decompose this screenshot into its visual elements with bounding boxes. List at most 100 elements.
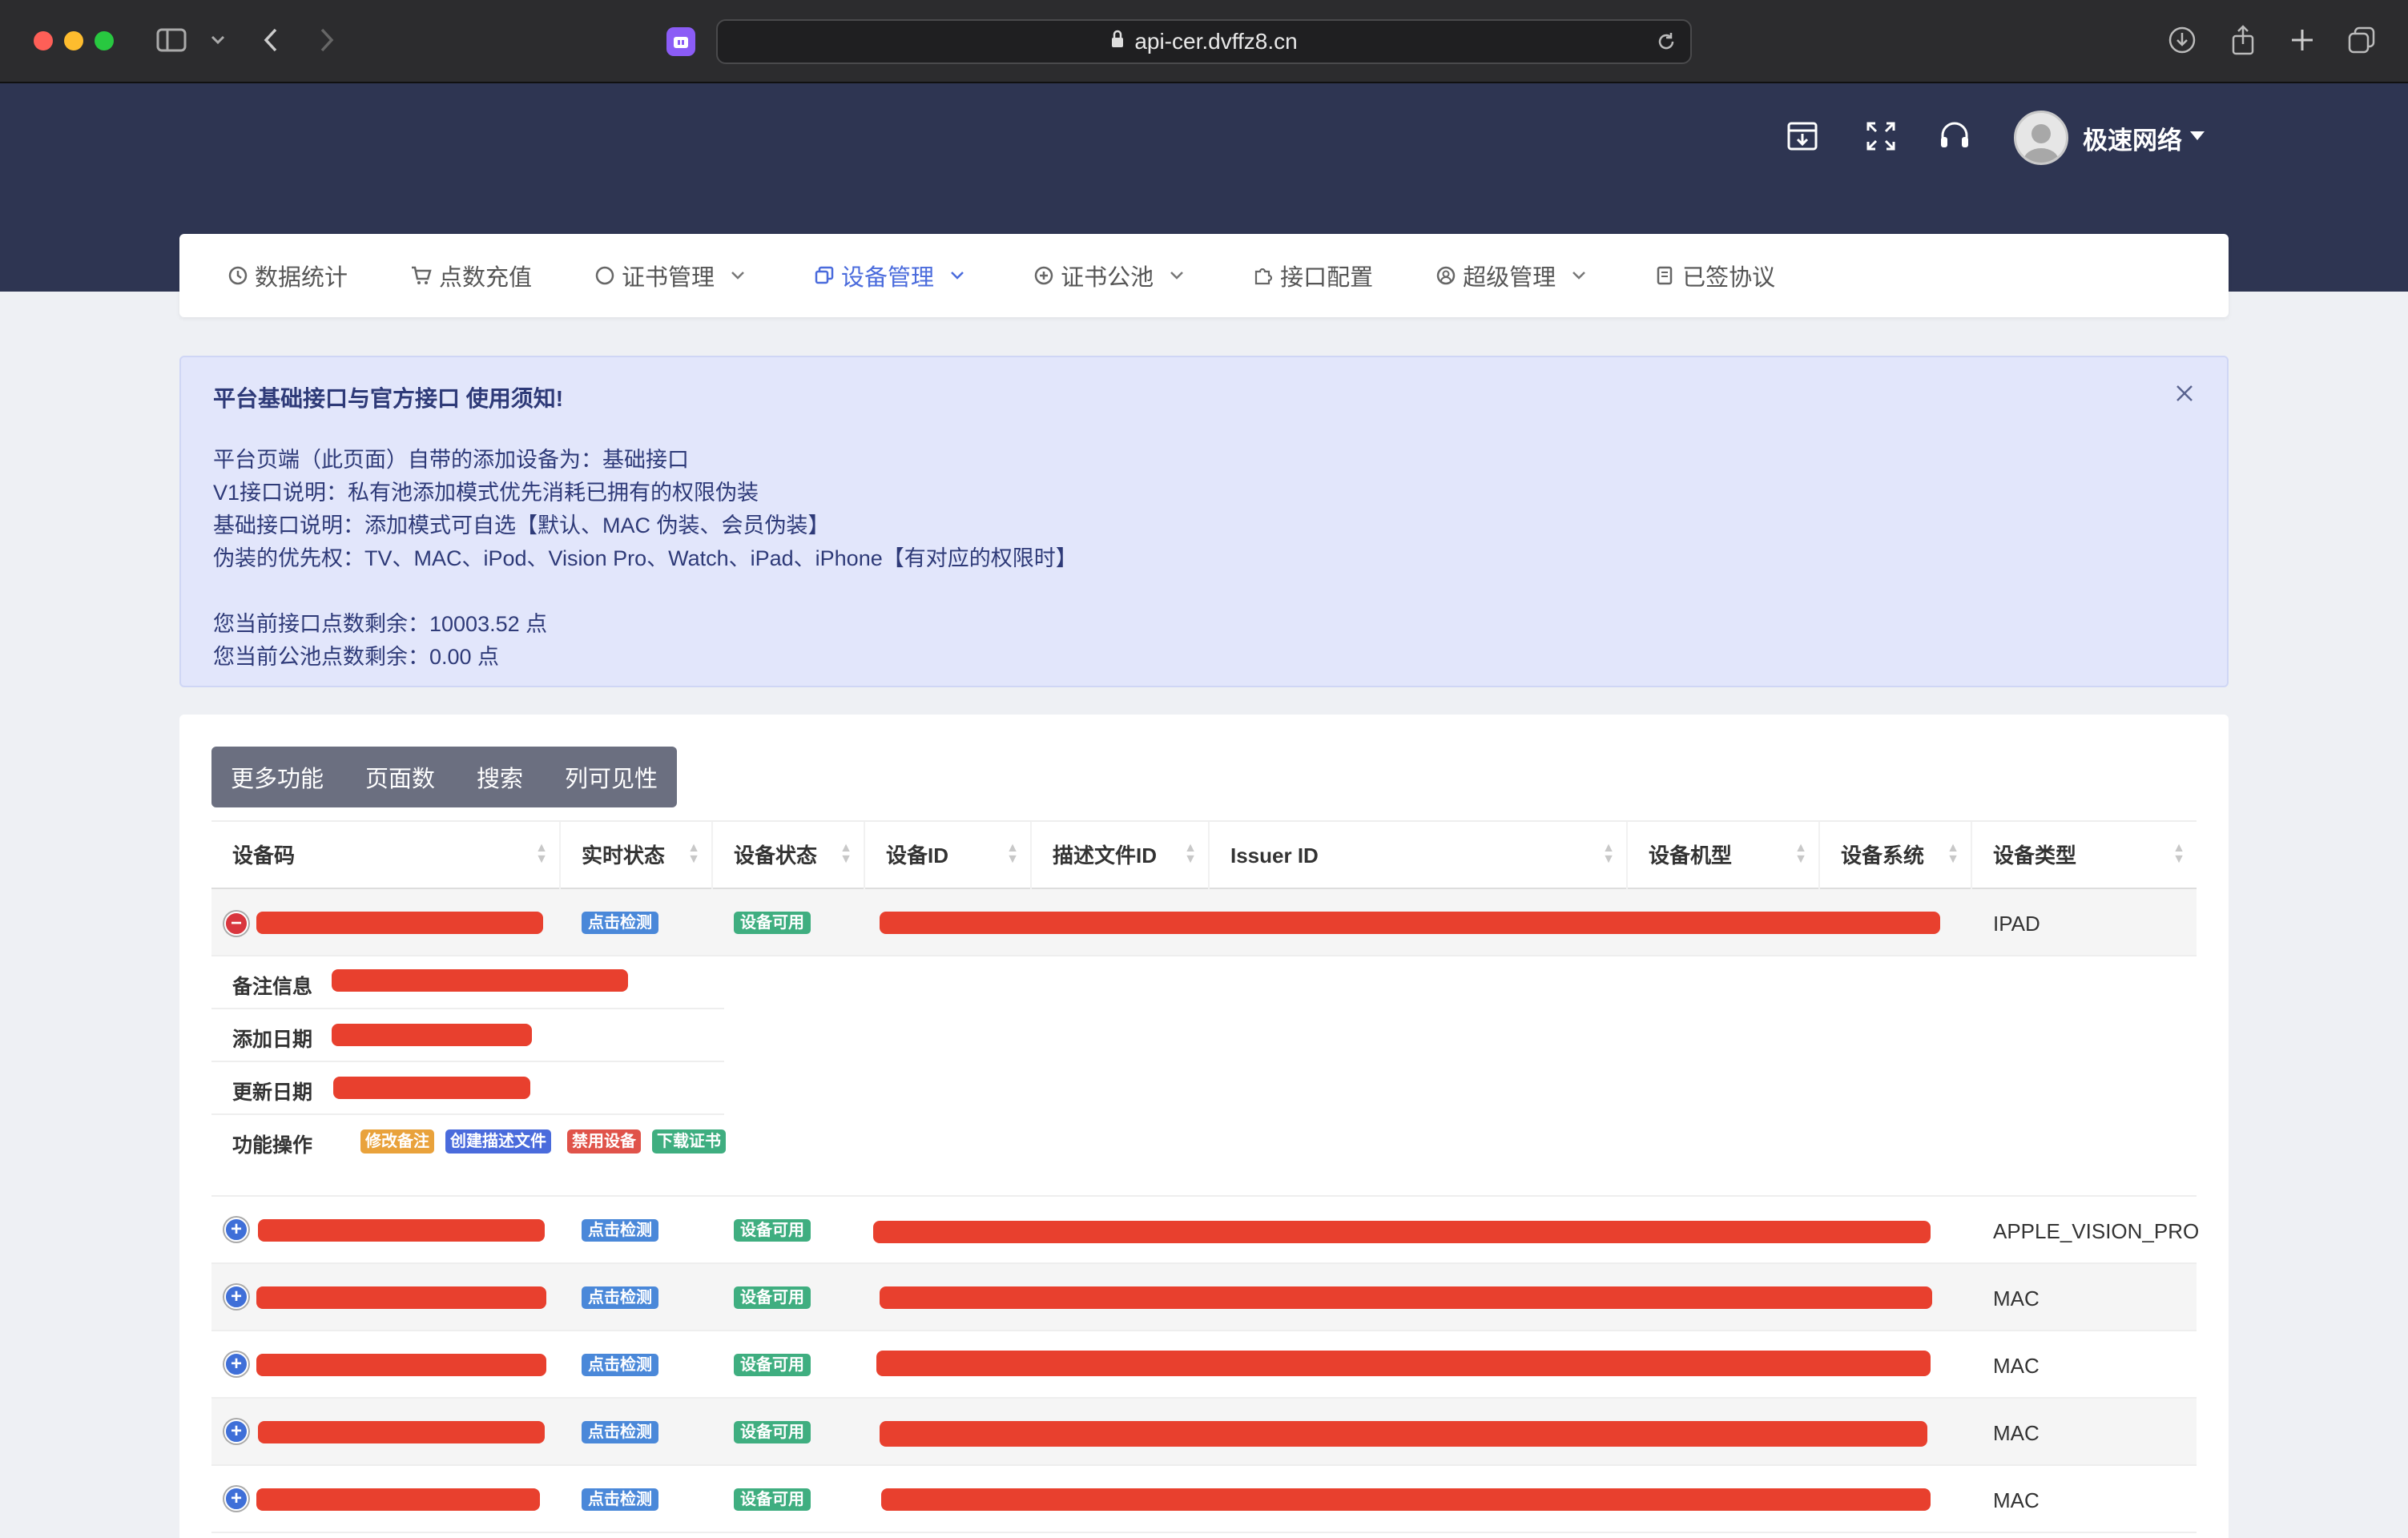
- device-type: MAC: [1993, 1421, 2040, 1445]
- address-bar[interactable]: api-cer.dvffz8.cn: [716, 19, 1692, 64]
- column-header-device-os[interactable]: 设备系统 ▲ ▼: [1820, 822, 1972, 889]
- sort-icon: ▲ ▼: [1006, 841, 1019, 866]
- nav-item-device-management[interactable]: 设备管理: [814, 259, 971, 292]
- expand-row-icon[interactable]: +: [224, 1487, 248, 1511]
- column-header-device-type[interactable]: 设备类型 ▲ ▼: [1972, 822, 2197, 889]
- device-code-redacted: [256, 912, 543, 934]
- chevron-down-icon[interactable]: [202, 24, 234, 56]
- nav-item-label: 点数充值: [439, 265, 533, 291]
- nav-item-api-config[interactable]: 接口配置: [1253, 259, 1373, 292]
- table-row[interactable]: + 点击检测 设备可用 MAC: [211, 1399, 2197, 1466]
- document-icon: [1657, 266, 1673, 285]
- table-row[interactable]: + 点击检测 设备可用 MAC: [211, 1331, 2197, 1399]
- nav-item-data-stats[interactable]: 数据统计: [228, 259, 348, 292]
- usage-notice: 平台基础接口与官方接口 使用须知! 平台页端（此页面）自带的添加设备为：基础接口…: [179, 356, 2229, 687]
- column-header-device-id[interactable]: 设备ID ▲ ▼: [865, 822, 1032, 889]
- sort-icon: ▲ ▼: [1184, 841, 1197, 866]
- table-row[interactable]: + 点击检测 设备可用 MAC: [211, 1264, 2197, 1331]
- column-header-device-model[interactable]: 设备机型 ▲ ▼: [1628, 822, 1820, 889]
- device-code-redacted: [256, 1354, 546, 1376]
- share-icon[interactable]: [2227, 24, 2259, 56]
- nav-item-cert-pool[interactable]: 证书公池: [1033, 259, 1190, 292]
- row-detail-panel: 备注信息 添加日期 更新日期 功能操作 修改备注 创建描述文件 禁用设备 下载证…: [211, 956, 2197, 1197]
- nav-item-cert-management[interactable]: 证书管理: [594, 259, 751, 292]
- status-badge: 设备可用: [734, 1488, 811, 1511]
- create-profile-button[interactable]: 创建描述文件: [445, 1129, 551, 1154]
- page-size-button[interactable]: 页面数: [365, 760, 435, 794]
- table-header: 设备码 ▲ ▼ 实时状态 ▲ ▼ 设备状态 ▲ ▼ 设备ID ▲ ▼ 描述文件ID ▲ ▼ Issu…: [211, 820, 2197, 889]
- edit-remark-button[interactable]: 修改备注: [360, 1129, 434, 1154]
- column-header-issuer-id[interactable]: Issuer ID ▲ ▼: [1210, 822, 1628, 889]
- detail-label: 功能操作: [232, 1134, 313, 1157]
- expand-row-icon[interactable]: +: [224, 1218, 248, 1242]
- check-status-button[interactable]: 点击检测: [582, 1354, 658, 1376]
- detail-label: 备注信息: [232, 976, 313, 998]
- disable-device-button[interactable]: 禁用设备: [567, 1129, 641, 1154]
- table-row[interactable]: + 点击检测 设备可用 MAC: [211, 1466, 2197, 1533]
- check-status-button[interactable]: 点击检测: [582, 1421, 658, 1443]
- device-code-redacted: [258, 1421, 545, 1443]
- user-circle-icon: [1436, 266, 1456, 285]
- detail-label: 添加日期: [232, 1029, 313, 1051]
- nav-item-signed-agreements[interactable]: 已签协议: [1655, 259, 1775, 292]
- notice-line: V1接口说明：私有池添加模式优先消耗已拥有的权限伪装: [213, 481, 759, 505]
- expand-row-icon[interactable]: +: [224, 1285, 248, 1309]
- check-status-button[interactable]: 点击检测: [582, 912, 658, 934]
- table-row[interactable]: − 点击检测 设备可用 IPAD: [211, 889, 2197, 956]
- more-functions-button[interactable]: 更多功能: [231, 760, 324, 794]
- check-status-button[interactable]: 点击检测: [582, 1219, 658, 1242]
- tab-overview-icon[interactable]: [2346, 24, 2378, 56]
- back-button[interactable]: [255, 24, 287, 56]
- close-icon[interactable]: [2172, 381, 2197, 405]
- api-points-balance: 您当前接口点数剩余：10003.52 点: [213, 612, 548, 636]
- status-badge: 设备可用: [734, 912, 811, 934]
- status-badge: 设备可用: [734, 1286, 811, 1309]
- added-date-redacted: [332, 1024, 532, 1046]
- url-text: api-cer.dvffz8.cn: [1134, 29, 1298, 54]
- maximize-window-button[interactable]: [95, 31, 114, 50]
- status-badge: 设备可用: [734, 1354, 811, 1376]
- sort-icon: ▲ ▼: [2172, 841, 2185, 866]
- reload-icon[interactable]: [1655, 30, 1677, 58]
- extension-icon[interactable]: [666, 27, 695, 56]
- column-visibility-button[interactable]: 列可见性: [565, 760, 658, 794]
- download-icon[interactable]: [2166, 24, 2198, 56]
- headset-icon[interactable]: [1935, 117, 1974, 155]
- archive-icon[interactable]: [1783, 117, 1822, 155]
- expand-row-icon[interactable]: +: [224, 1352, 248, 1376]
- new-tab-icon[interactable]: [2286, 24, 2318, 56]
- device-ids-redacted: [881, 1488, 1931, 1511]
- device-ids-redacted: [873, 1221, 1931, 1243]
- chevron-down-icon[interactable]: [2190, 131, 2205, 140]
- check-status-button[interactable]: 点击检测: [582, 1488, 658, 1511]
- device-ids-redacted: [880, 912, 1940, 934]
- download-cert-button[interactable]: 下载证书: [652, 1129, 726, 1154]
- collapse-row-icon[interactable]: −: [224, 912, 248, 936]
- sidebar-toggle-icon[interactable]: [155, 24, 187, 56]
- close-window-button[interactable]: [34, 31, 53, 50]
- check-status-button[interactable]: 点击检测: [582, 1286, 658, 1309]
- table-row[interactable]: + 点击检测 设备可用 APPLE_VISION_PRO: [211, 1197, 2199, 1264]
- user-name[interactable]: 极速网络: [2083, 120, 2182, 156]
- notice-line: 伪装的优先权：TV、MAC、iPod、Vision Pro、Watch、iPad…: [213, 546, 1077, 570]
- search-button[interactable]: 搜索: [477, 760, 523, 794]
- sort-icon: ▲ ▼: [1947, 841, 1959, 866]
- column-header-device-code[interactable]: 设备码 ▲ ▼: [211, 822, 561, 889]
- minimize-window-button[interactable]: [64, 31, 83, 50]
- chevron-down-icon: [951, 272, 964, 280]
- forward-button[interactable]: [311, 24, 343, 56]
- expand-row-icon[interactable]: +: [224, 1419, 248, 1443]
- puzzle-icon: [1254, 268, 1273, 285]
- main-nav: 数据统计 点数充值 证书管理 设备管理 证书公池 接口配置 超级管理 已签协议: [179, 234, 2229, 317]
- avatar[interactable]: [2014, 111, 2068, 165]
- device-icon: [815, 266, 834, 284]
- fullscreen-icon[interactable]: [1862, 117, 1900, 155]
- column-header-profile-id[interactable]: 描述文件ID ▲ ▼: [1032, 822, 1210, 889]
- nav-item-super-admin[interactable]: 超级管理: [1436, 259, 1593, 292]
- detail-added-date-row: 添加日期: [211, 1009, 724, 1062]
- column-header-realtime-status[interactable]: 实时状态 ▲ ▼: [561, 822, 713, 889]
- nav-item-label: 证书公池: [1061, 265, 1154, 291]
- column-header-device-status[interactable]: 设备状态 ▲ ▼: [713, 822, 865, 889]
- nav-item-recharge[interactable]: 点数充值: [410, 259, 532, 292]
- lock-icon: [1110, 29, 1125, 54]
